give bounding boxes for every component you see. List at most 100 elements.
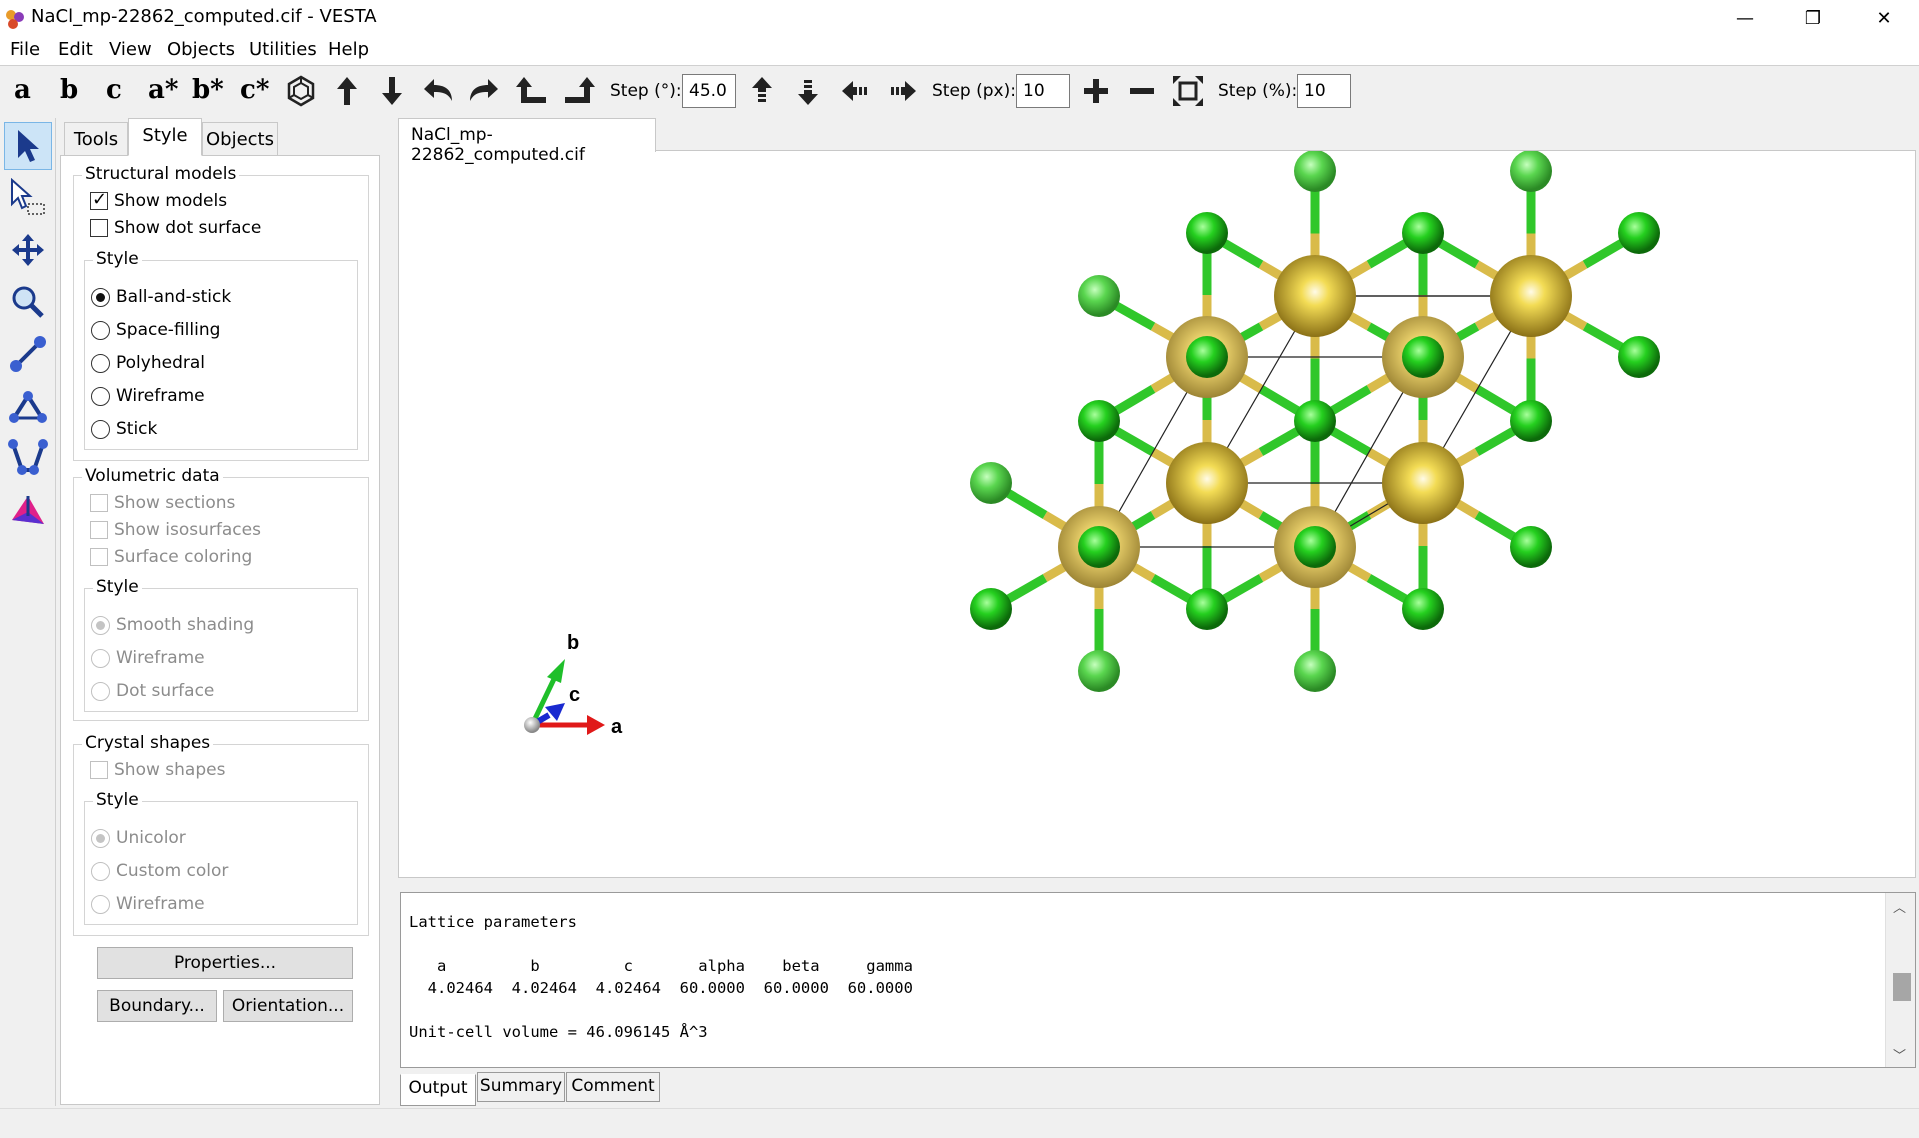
output-scrollbar[interactable]: ︿ ﹀	[1885, 893, 1915, 1067]
chlorine-atom[interactable]	[1294, 650, 1336, 692]
chlorine-atom[interactable]	[1510, 400, 1552, 442]
chlorine-atom[interactable]	[970, 588, 1012, 630]
radio-dot-surface[interactable]: Dot surface	[91, 680, 214, 702]
tab-tools[interactable]: Tools	[64, 122, 128, 156]
menu-view[interactable]: View	[109, 39, 152, 60]
rotate-cw-icon[interactable]	[561, 73, 597, 109]
show-shapes-checkbox[interactable]: Show shapes	[90, 759, 225, 781]
chlorine-atom[interactable]	[1294, 151, 1336, 192]
chlorine-atom[interactable]	[1294, 400, 1336, 442]
chlorine-atom[interactable]	[1402, 336, 1444, 378]
chlorine-atom[interactable]	[1186, 336, 1228, 378]
menu-utilities[interactable]: Utilities	[249, 39, 317, 60]
radio-smooth-shading[interactable]: Smooth shading	[91, 614, 254, 636]
show-isosurfaces-checkbox[interactable]: Show isosurfaces	[90, 519, 261, 541]
structure-viewer[interactable]: a b c	[398, 150, 1916, 878]
plane-tool-button[interactable]	[4, 486, 52, 534]
show-models-checkbox[interactable]: ✓ Show models	[90, 189, 227, 212]
zoom-in-icon[interactable]	[1078, 73, 1114, 109]
radio-wireframe[interactable]: Wireframe	[91, 385, 205, 407]
sodium-atom[interactable]	[1382, 442, 1464, 524]
rotate-up-icon[interactable]	[329, 73, 365, 109]
radio-crystal-wireframe[interactable]: Wireframe	[91, 893, 205, 915]
scroll-down-icon[interactable]: ﹀	[1893, 1045, 1906, 1064]
radio-ball-and-stick[interactable]: Ball-and-stick	[91, 286, 231, 308]
menu-edit[interactable]: Edit	[58, 39, 93, 60]
chlorine-atom[interactable]	[1186, 588, 1228, 630]
chlorine-atom[interactable]	[1078, 650, 1120, 692]
chlorine-atom[interactable]	[970, 462, 1012, 504]
step-percent-label: Step (%):	[1218, 81, 1298, 101]
radio-circle	[91, 648, 110, 668]
step-degree-input[interactable]	[682, 74, 736, 108]
chlorine-atom[interactable]	[1186, 212, 1228, 254]
orientation-button[interactable]: Orientation...	[223, 990, 353, 1022]
menu-objects[interactable]: Objects	[167, 39, 235, 60]
select-tool-button[interactable]	[4, 122, 52, 170]
angle-tool-button[interactable]	[4, 382, 52, 430]
chlorine-atom[interactable]	[1618, 212, 1660, 254]
show-dot-surface-checkbox[interactable]: Show dot surface	[90, 217, 261, 239]
sodium-atom[interactable]	[1274, 255, 1356, 337]
dihedral-tool-button[interactable]	[4, 434, 52, 482]
translate-left-icon[interactable]	[838, 73, 874, 109]
fit-to-screen-icon[interactable]	[1170, 73, 1206, 109]
scrollbar-thumb[interactable]	[1893, 973, 1911, 1001]
surface-coloring-checkbox[interactable]: Surface coloring	[90, 546, 252, 568]
translate-right-icon[interactable]	[884, 73, 920, 109]
view-along-b-button[interactable]: b	[60, 75, 78, 105]
chlorine-atom[interactable]	[1078, 526, 1120, 568]
view-along-a-button[interactable]: a	[14, 75, 31, 105]
chlorine-atom[interactable]	[1402, 588, 1444, 630]
select-region-tool-button[interactable]	[4, 174, 52, 222]
sodium-atom[interactable]	[1166, 442, 1248, 524]
magnify-tool-button[interactable]	[4, 278, 52, 326]
tab-output[interactable]: Output	[400, 1074, 476, 1106]
zoom-out-icon[interactable]	[1124, 73, 1160, 109]
radio-stick[interactable]: Stick	[91, 418, 157, 440]
translate-down-icon[interactable]	[790, 73, 826, 109]
radio-space-filling[interactable]: Space-filling	[91, 319, 220, 341]
chlorine-atom[interactable]	[1402, 212, 1444, 254]
properties-button[interactable]: Properties...	[97, 947, 353, 979]
radio-polyhedral[interactable]: Polyhedral	[91, 352, 205, 374]
radio-vol-wireframe[interactable]: Wireframe	[91, 647, 205, 669]
chlorine-atom[interactable]	[1078, 400, 1120, 442]
view-along-c-button[interactable]: c	[106, 75, 122, 105]
translate-up-icon[interactable]	[744, 73, 780, 109]
chlorine-atom[interactable]	[1510, 151, 1552, 192]
standard-orientation-icon[interactable]	[283, 73, 319, 109]
chlorine-atom[interactable]	[1510, 526, 1552, 568]
rotate-right-icon[interactable]	[466, 73, 502, 109]
document-tab[interactable]: NaCl_mp-22862_computed.cif	[398, 118, 656, 165]
step-px-input[interactable]	[1016, 74, 1070, 108]
radio-custom-color[interactable]: Custom color	[91, 860, 228, 882]
rotate-left-icon[interactable]	[420, 73, 456, 109]
distance-tool-button[interactable]	[4, 330, 52, 378]
minimize-button[interactable]: —	[1711, 0, 1779, 36]
radio-unicolor[interactable]: Unicolor	[91, 827, 186, 849]
view-along-c-star-button[interactable]: c*	[240, 75, 269, 105]
tab-summary[interactable]: Summary	[477, 1072, 565, 1102]
sodium-atom[interactable]	[1490, 255, 1572, 337]
menu-file[interactable]: File	[10, 39, 40, 60]
chlorine-atom[interactable]	[1294, 526, 1336, 568]
step-percent-input[interactable]	[1297, 74, 1351, 108]
restore-button[interactable]: ❐	[1779, 0, 1847, 36]
translate-tool-button[interactable]	[4, 226, 52, 274]
scroll-up-icon[interactable]: ︿	[1893, 897, 1906, 916]
boundary-button[interactable]: Boundary...	[97, 990, 217, 1022]
output-text-area[interactable]: Lattice parameters a b c alpha beta gamm…	[400, 892, 1916, 1068]
rotate-down-icon[interactable]	[374, 73, 410, 109]
chlorine-atom[interactable]	[1078, 275, 1120, 317]
tab-comment[interactable]: Comment	[566, 1072, 660, 1102]
rotate-ccw-icon[interactable]	[514, 73, 550, 109]
close-button[interactable]: ✕	[1850, 0, 1918, 36]
show-sections-checkbox[interactable]: Show sections	[90, 492, 235, 514]
tab-objects[interactable]: Objects	[202, 122, 278, 156]
menu-help[interactable]: Help	[328, 39, 369, 60]
view-along-a-star-button[interactable]: a*	[148, 75, 178, 105]
view-along-b-star-button[interactable]: b*	[192, 75, 224, 105]
tab-style[interactable]: Style	[128, 118, 202, 156]
chlorine-atom[interactable]	[1618, 336, 1660, 378]
